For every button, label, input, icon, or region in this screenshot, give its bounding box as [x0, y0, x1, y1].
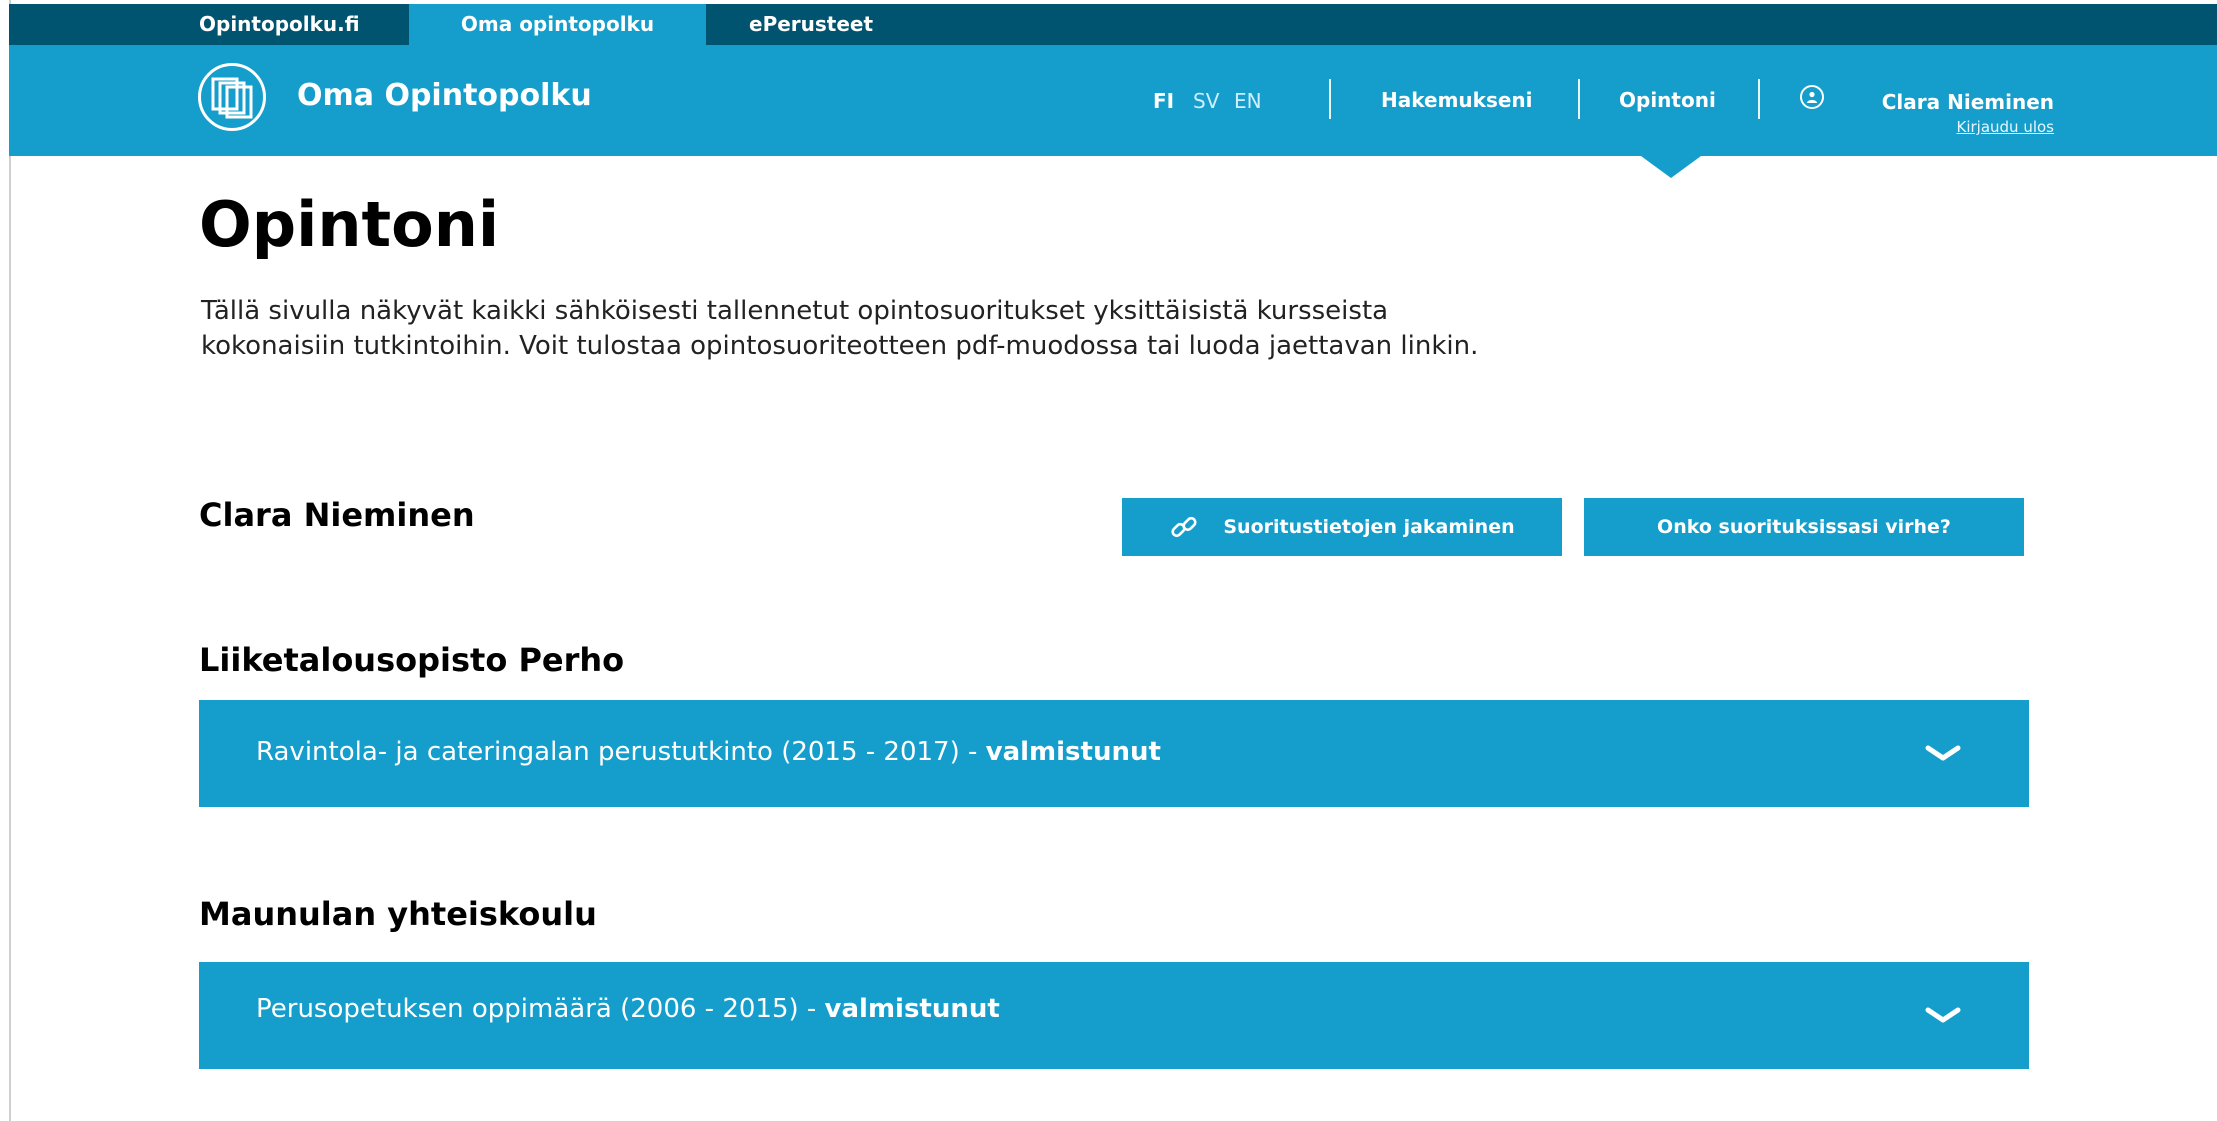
- site-header: Oma Opintopolku FI SV EN Hakemukseni Opi…: [9, 45, 2217, 156]
- student-name: Clara Nieminen: [199, 496, 475, 534]
- user-circle-icon: [1800, 85, 1824, 109]
- language-en[interactable]: EN: [1234, 89, 1262, 113]
- nav-divider: [1578, 79, 1580, 119]
- tab-eperusteet[interactable]: ePerusteet: [739, 4, 883, 45]
- study-row[interactable]: Perusopetuksen oppimäärä (2006 - 2015) -…: [199, 962, 2029, 1069]
- nav-opintoni[interactable]: Opintoni: [1619, 88, 1716, 112]
- study-name: Ravintola- ja cateringalan perustutkinto…: [256, 737, 986, 767]
- intro-line-1: Tällä sivulla näkyvät kaikki sähköisesti…: [201, 296, 1389, 326]
- window-left-border: [9, 0, 11, 1121]
- nav-divider: [1329, 79, 1331, 119]
- brand-title[interactable]: Oma Opintopolku: [297, 78, 592, 113]
- report-error-button[interactable]: Onko suorituksissasi virhe?: [1584, 498, 2024, 556]
- nav-divider: [1758, 79, 1760, 119]
- tab-opintopolku[interactable]: Opintopolku.fi: [189, 4, 370, 45]
- logout-link[interactable]: Kirjaudu ulos: [1864, 118, 2055, 136]
- tab-oma-opintopolku[interactable]: Oma opintopolku: [409, 4, 706, 45]
- intro-line-2: kokonaisiin tutkintoihin. Voit tulostaa …: [201, 331, 1479, 361]
- study-name: Perusopetuksen oppimäärä (2006 - 2015) -: [256, 994, 825, 1024]
- active-nav-pointer: [1641, 156, 1701, 178]
- share-records-button[interactable]: Suoritustietojen jakaminen: [1122, 498, 1562, 556]
- study-row[interactable]: Ravintola- ja cateringalan perustutkinto…: [199, 700, 2029, 807]
- study-title: Perusopetuksen oppimäärä (2006 - 2015) -…: [256, 994, 1000, 1024]
- school-name: Maunulan yhteiskoulu: [199, 895, 597, 933]
- language-sv[interactable]: SV: [1193, 89, 1219, 113]
- page-intro: Tällä sivulla näkyvät kaikki sähköisesti…: [201, 294, 1601, 364]
- share-records-label: Suoritustietojen jakaminen: [1223, 516, 1515, 538]
- study-status: valmistunut: [985, 737, 1161, 767]
- report-error-label: Onko suorituksissasi virhe?: [1657, 516, 1951, 538]
- user-name: Clara Nieminen: [1881, 90, 2054, 114]
- link-icon: [1169, 512, 1199, 542]
- school-name: Liiketalousopisto Perho: [199, 641, 625, 679]
- page-title: Opintoni: [199, 188, 500, 261]
- site-tabs-bar: Opintopolku.fi Oma opintopolku ePerustee…: [9, 4, 2217, 45]
- study-status: valmistunut: [824, 994, 1000, 1024]
- nav-hakemukseni[interactable]: Hakemukseni: [1381, 88, 1533, 112]
- chevron-down-icon[interactable]: [1924, 740, 1962, 770]
- chevron-down-icon[interactable]: [1924, 1002, 1962, 1032]
- oma-opintopolku-logo-icon[interactable]: [198, 63, 266, 131]
- language-fi[interactable]: FI: [1153, 89, 1174, 113]
- study-title: Ravintola- ja cateringalan perustutkinto…: [256, 737, 1161, 767]
